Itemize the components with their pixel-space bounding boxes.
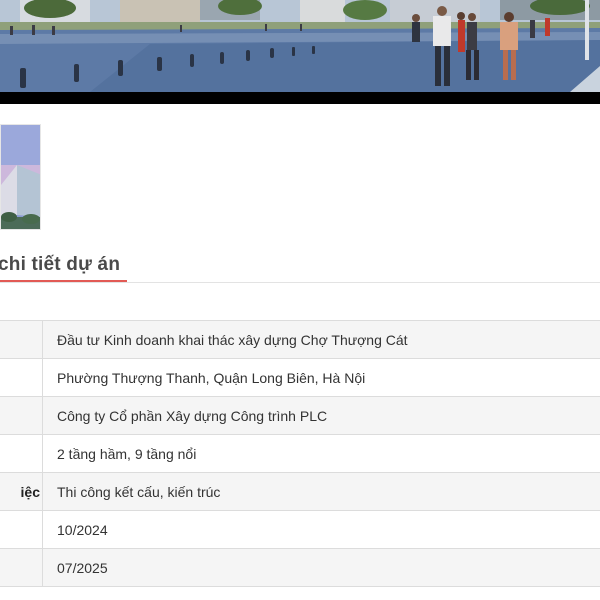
row-value: 10/2024 bbox=[42, 510, 600, 549]
plaza-render-image bbox=[0, 0, 600, 92]
section-title: chi tiết dự án bbox=[0, 254, 121, 275]
row-value: Đầu tư Kinh doanh khai thác xây dựng Chợ… bbox=[42, 320, 600, 359]
row-value: 2 tầng hầm, 9 tầng nổi bbox=[42, 434, 600, 473]
section-title-underline bbox=[0, 280, 127, 282]
row-value: Phường Thượng Thanh, Quận Long Biên, Hà … bbox=[42, 358, 600, 397]
hero-banner-image bbox=[0, 0, 600, 104]
row-label: iệc bbox=[0, 472, 43, 511]
row-value: 07/2025 bbox=[42, 548, 600, 587]
table-row: 2 tầng hầm, 9 tầng nổi bbox=[0, 434, 600, 473]
row-label bbox=[0, 396, 43, 435]
row-value: Thi công kết cấu, kiến trúc bbox=[42, 472, 600, 511]
row-value: Công ty Cổ phần Xây dựng Công trình PLC bbox=[42, 396, 600, 435]
table-row: 07/2025 bbox=[0, 548, 600, 587]
row-label bbox=[0, 358, 43, 397]
row-label bbox=[0, 510, 43, 549]
project-detail-page: chi tiết dự án Đầu tư Kinh doanh khai th… bbox=[0, 0, 600, 600]
project-details-table: Đầu tư Kinh doanh khai thác xây dựng Chợ… bbox=[0, 320, 600, 587]
table-row: Đầu tư Kinh doanh khai thác xây dựng Chợ… bbox=[0, 320, 600, 359]
table-row: 10/2024 bbox=[0, 510, 600, 549]
row-label bbox=[0, 548, 43, 587]
section-heading: chi tiết dự án bbox=[0, 252, 600, 283]
hero-bottom-band bbox=[0, 92, 600, 104]
table-row: Phường Thượng Thanh, Quận Long Biên, Hà … bbox=[0, 358, 600, 397]
row-label bbox=[0, 434, 43, 473]
table-row: Công ty Cổ phần Xây dựng Công trình PLC bbox=[0, 396, 600, 435]
row-label bbox=[0, 320, 43, 359]
table-row: iệc Thi công kết cấu, kiến trúc bbox=[0, 472, 600, 511]
project-thumbnail[interactable] bbox=[0, 124, 41, 230]
